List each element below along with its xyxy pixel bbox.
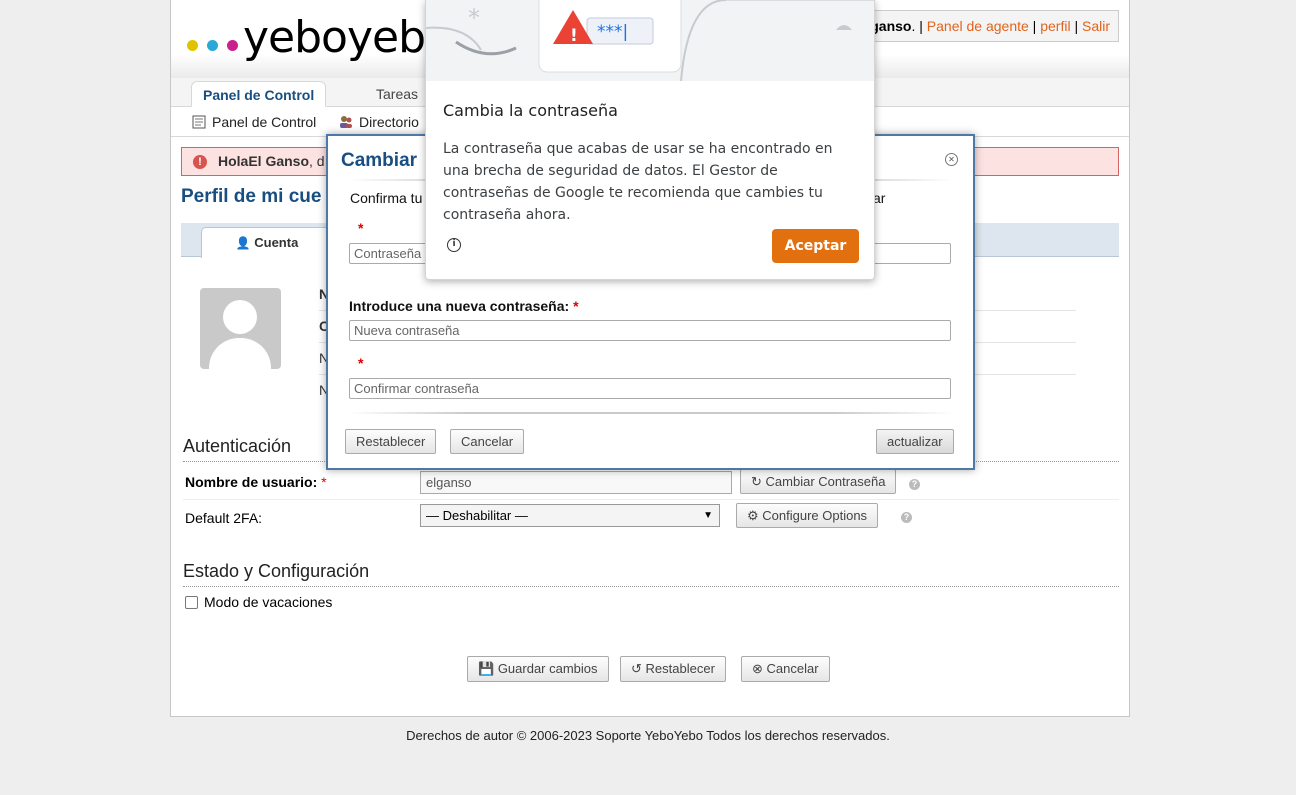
dialog-reset-button[interactable]: Restablecer bbox=[345, 429, 437, 454]
svg-text:!: ! bbox=[570, 26, 578, 46]
password-mask: ***| bbox=[597, 22, 628, 42]
required-mark: * bbox=[358, 220, 364, 236]
confirm-password-input[interactable]: Confirmar contraseña bbox=[349, 378, 951, 399]
divider bbox=[348, 412, 954, 414]
popup-title: Cambia la contraseña bbox=[443, 101, 618, 120]
breach-illustration: * ***| ! bbox=[426, 0, 874, 81]
required-mark: * bbox=[358, 355, 364, 371]
dialog-update-button[interactable]: actualizar bbox=[876, 429, 954, 454]
dialog-intro: Confirma tu bbox=[350, 190, 423, 206]
svg-text:*: * bbox=[468, 4, 480, 32]
password-breach-popup: * ***| ! Cambia la contraseña La contras… bbox=[425, 0, 875, 280]
info-icon[interactable]: i bbox=[447, 238, 461, 252]
new-password-input[interactable]: Nueva contraseña bbox=[349, 320, 951, 341]
new-password-label: Introduce una nueva contraseña: * bbox=[349, 298, 579, 314]
close-icon[interactable]: ✕ bbox=[945, 153, 958, 166]
dialog-title: Cambiar bbox=[341, 150, 418, 171]
dialog-cancel-button[interactable]: Cancelar bbox=[450, 429, 525, 454]
popup-body: La contraseña que acabas de usar se ha e… bbox=[443, 141, 833, 223]
accept-button[interactable]: Aceptar bbox=[772, 229, 859, 263]
breach-illustration-art: * ***| ! bbox=[426, 0, 874, 81]
